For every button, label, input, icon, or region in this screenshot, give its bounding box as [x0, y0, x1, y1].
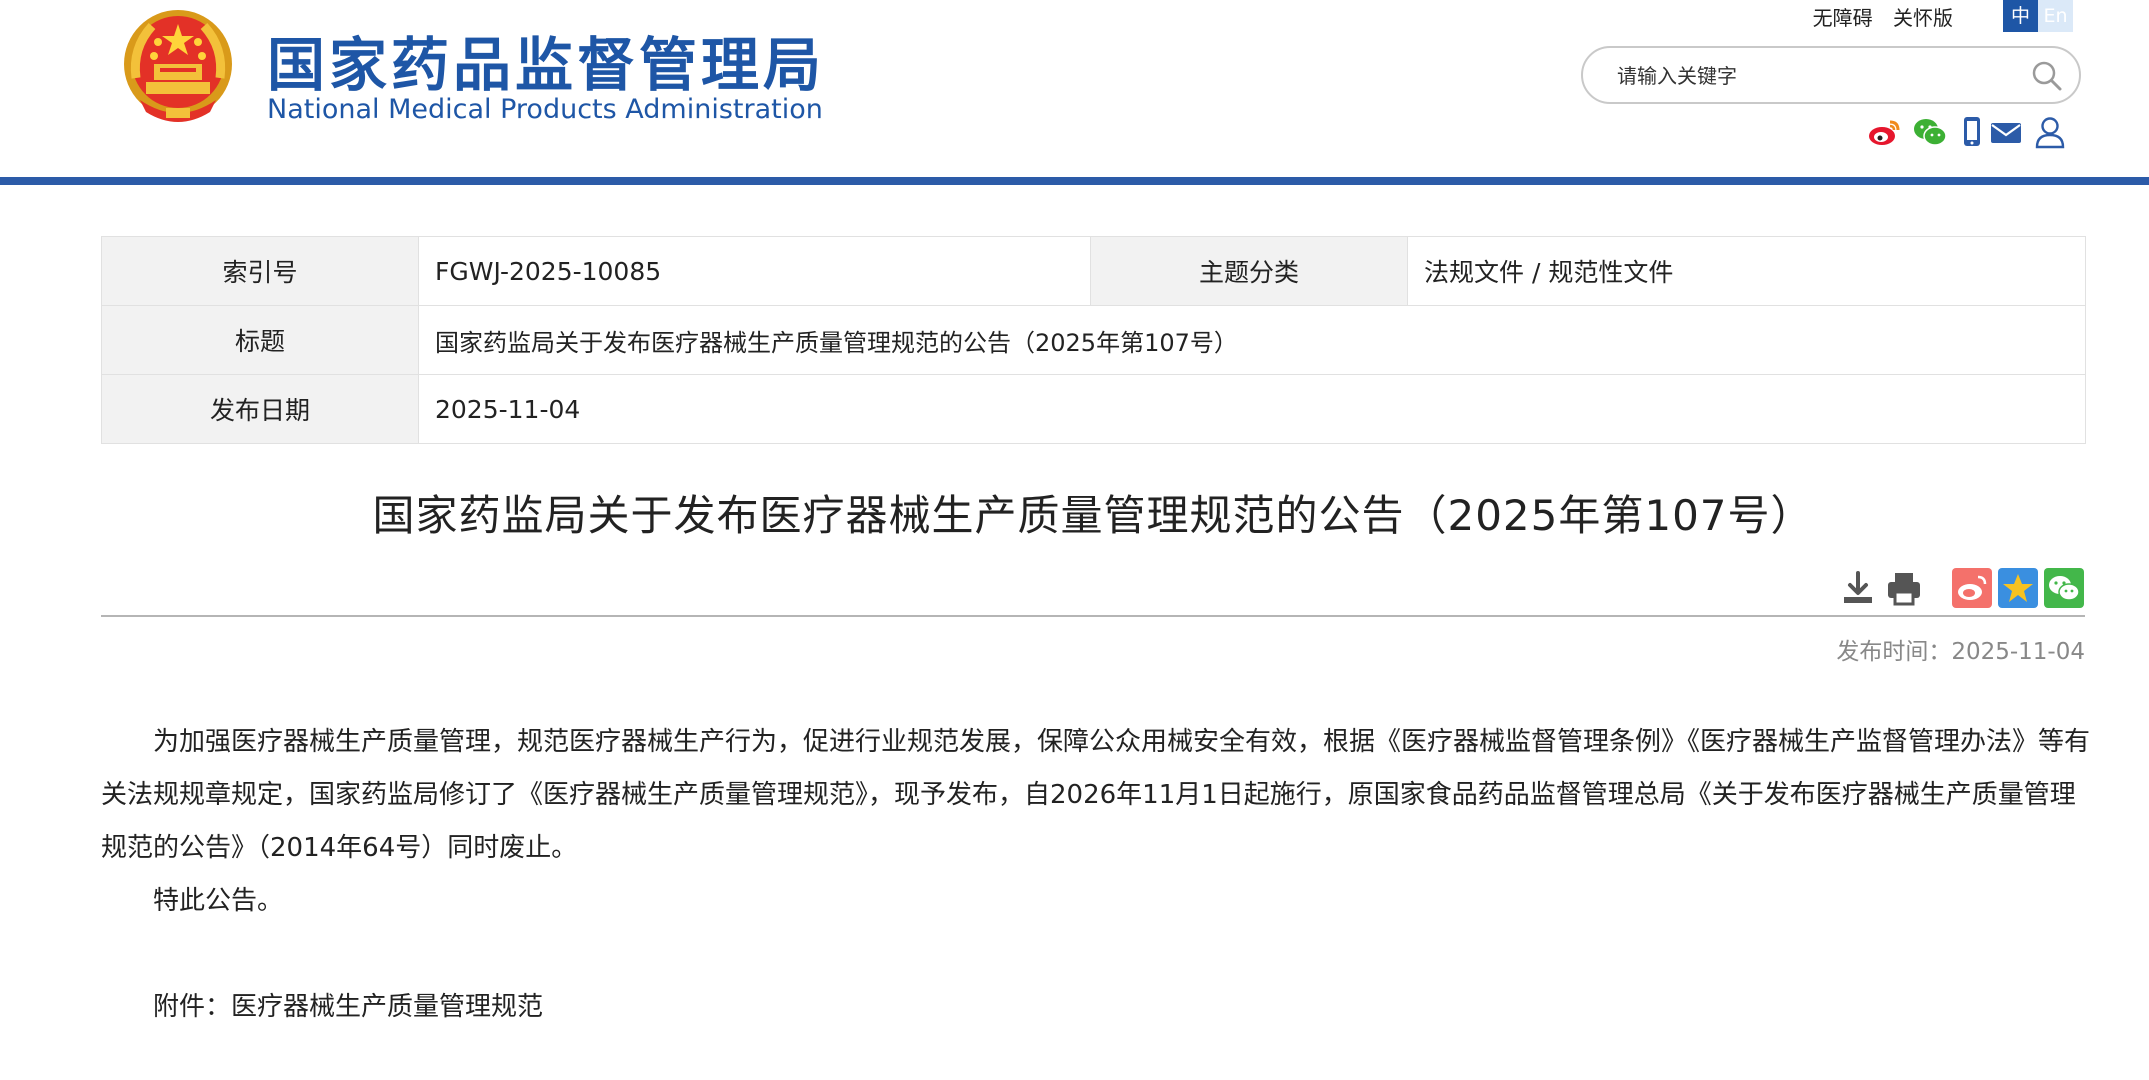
article-paragraph: 为加强医疗器械生产质量管理，规范医疗器械生产行为，促进行业规范发展，保障公众用械…: [101, 727, 2091, 863]
care-mode-link[interactable]: 关怀版: [1893, 6, 1953, 30]
article-title: 国家药监局关于发布医疗器械生产质量管理规范的公告（2025年第107号）: [372, 491, 1814, 540]
site-title-en[interactable]: National Medical Products Administration: [267, 94, 823, 125]
mobile-icon[interactable]: [1954, 114, 1990, 150]
document-meta-table: 索引号 FGWJ-2025-10085 主题分类 法规文件 / 规范性文件 标题…: [101, 236, 2086, 444]
accessibility-link[interactable]: 无障碍: [1813, 6, 1873, 30]
mail-icon[interactable]: [1988, 114, 2024, 150]
article-paragraph: 特此公告。: [153, 886, 284, 916]
user-icon[interactable]: [2032, 114, 2068, 150]
date-label: 发布日期: [101, 374, 419, 444]
date-value: 2025-11-04: [418, 374, 2086, 444]
top-links: 无障碍 关怀版: [1799, 2, 1953, 31]
wechat-icon[interactable]: [1912, 114, 1948, 150]
article-divider: [101, 615, 2085, 617]
wechat-share-icon[interactable]: [2044, 568, 2084, 608]
national-emblem-icon: [124, 10, 232, 122]
index-label: 索引号: [101, 236, 419, 306]
favorite-star-icon[interactable]: [1998, 568, 2038, 608]
topic-value: 法规文件 / 规范性文件: [1407, 236, 2086, 306]
site-header: 国家药品监督管理局 National Medical Products Admi…: [0, 0, 2149, 180]
publish-time-label: 发布时间：: [1836, 639, 1952, 665]
search-icon[interactable]: [2031, 60, 2063, 92]
search-input[interactable]: [1615, 58, 2019, 94]
weibo-icon[interactable]: [1866, 114, 1902, 150]
header-divider-bar: [0, 177, 2149, 185]
index-value: FGWJ-2025-10085: [418, 236, 1091, 306]
table-row: 索引号 FGWJ-2025-10085 主题分类 法规文件 / 规范性文件: [101, 236, 2086, 306]
site-title-cn[interactable]: 国家药品监督管理局: [267, 18, 825, 102]
article-content: 为加强医疗器械生产质量管理，规范医疗器械生产行为，促进行业规范发展，保障公众用械…: [101, 716, 2091, 1034]
table-row: 标题 国家药监局关于发布医疗器械生产质量管理规范的公告（2025年第107号）: [101, 305, 2086, 375]
publish-time-value: 2025-11-04: [1951, 639, 2085, 665]
search-box: [1581, 46, 2081, 104]
lang-en-button[interactable]: En: [2038, 0, 2073, 32]
title-value: 国家药监局关于发布医疗器械生产质量管理规范的公告（2025年第107号）: [418, 305, 2086, 375]
table-row: 发布日期 2025-11-04: [101, 374, 2086, 444]
lang-zh-button[interactable]: 中: [2003, 0, 2038, 32]
download-icon[interactable]: [1838, 568, 1878, 608]
attachment-link[interactable]: 附件：医疗器械生产质量管理规范: [101, 981, 2091, 1034]
print-icon[interactable]: [1884, 568, 1924, 608]
weibo-share-icon[interactable]: [1952, 568, 1992, 608]
publish-time: 发布时间：2025-11-04: [1836, 632, 2085, 666]
title-label: 标题: [101, 305, 419, 375]
topic-label: 主题分类: [1090, 236, 1408, 306]
